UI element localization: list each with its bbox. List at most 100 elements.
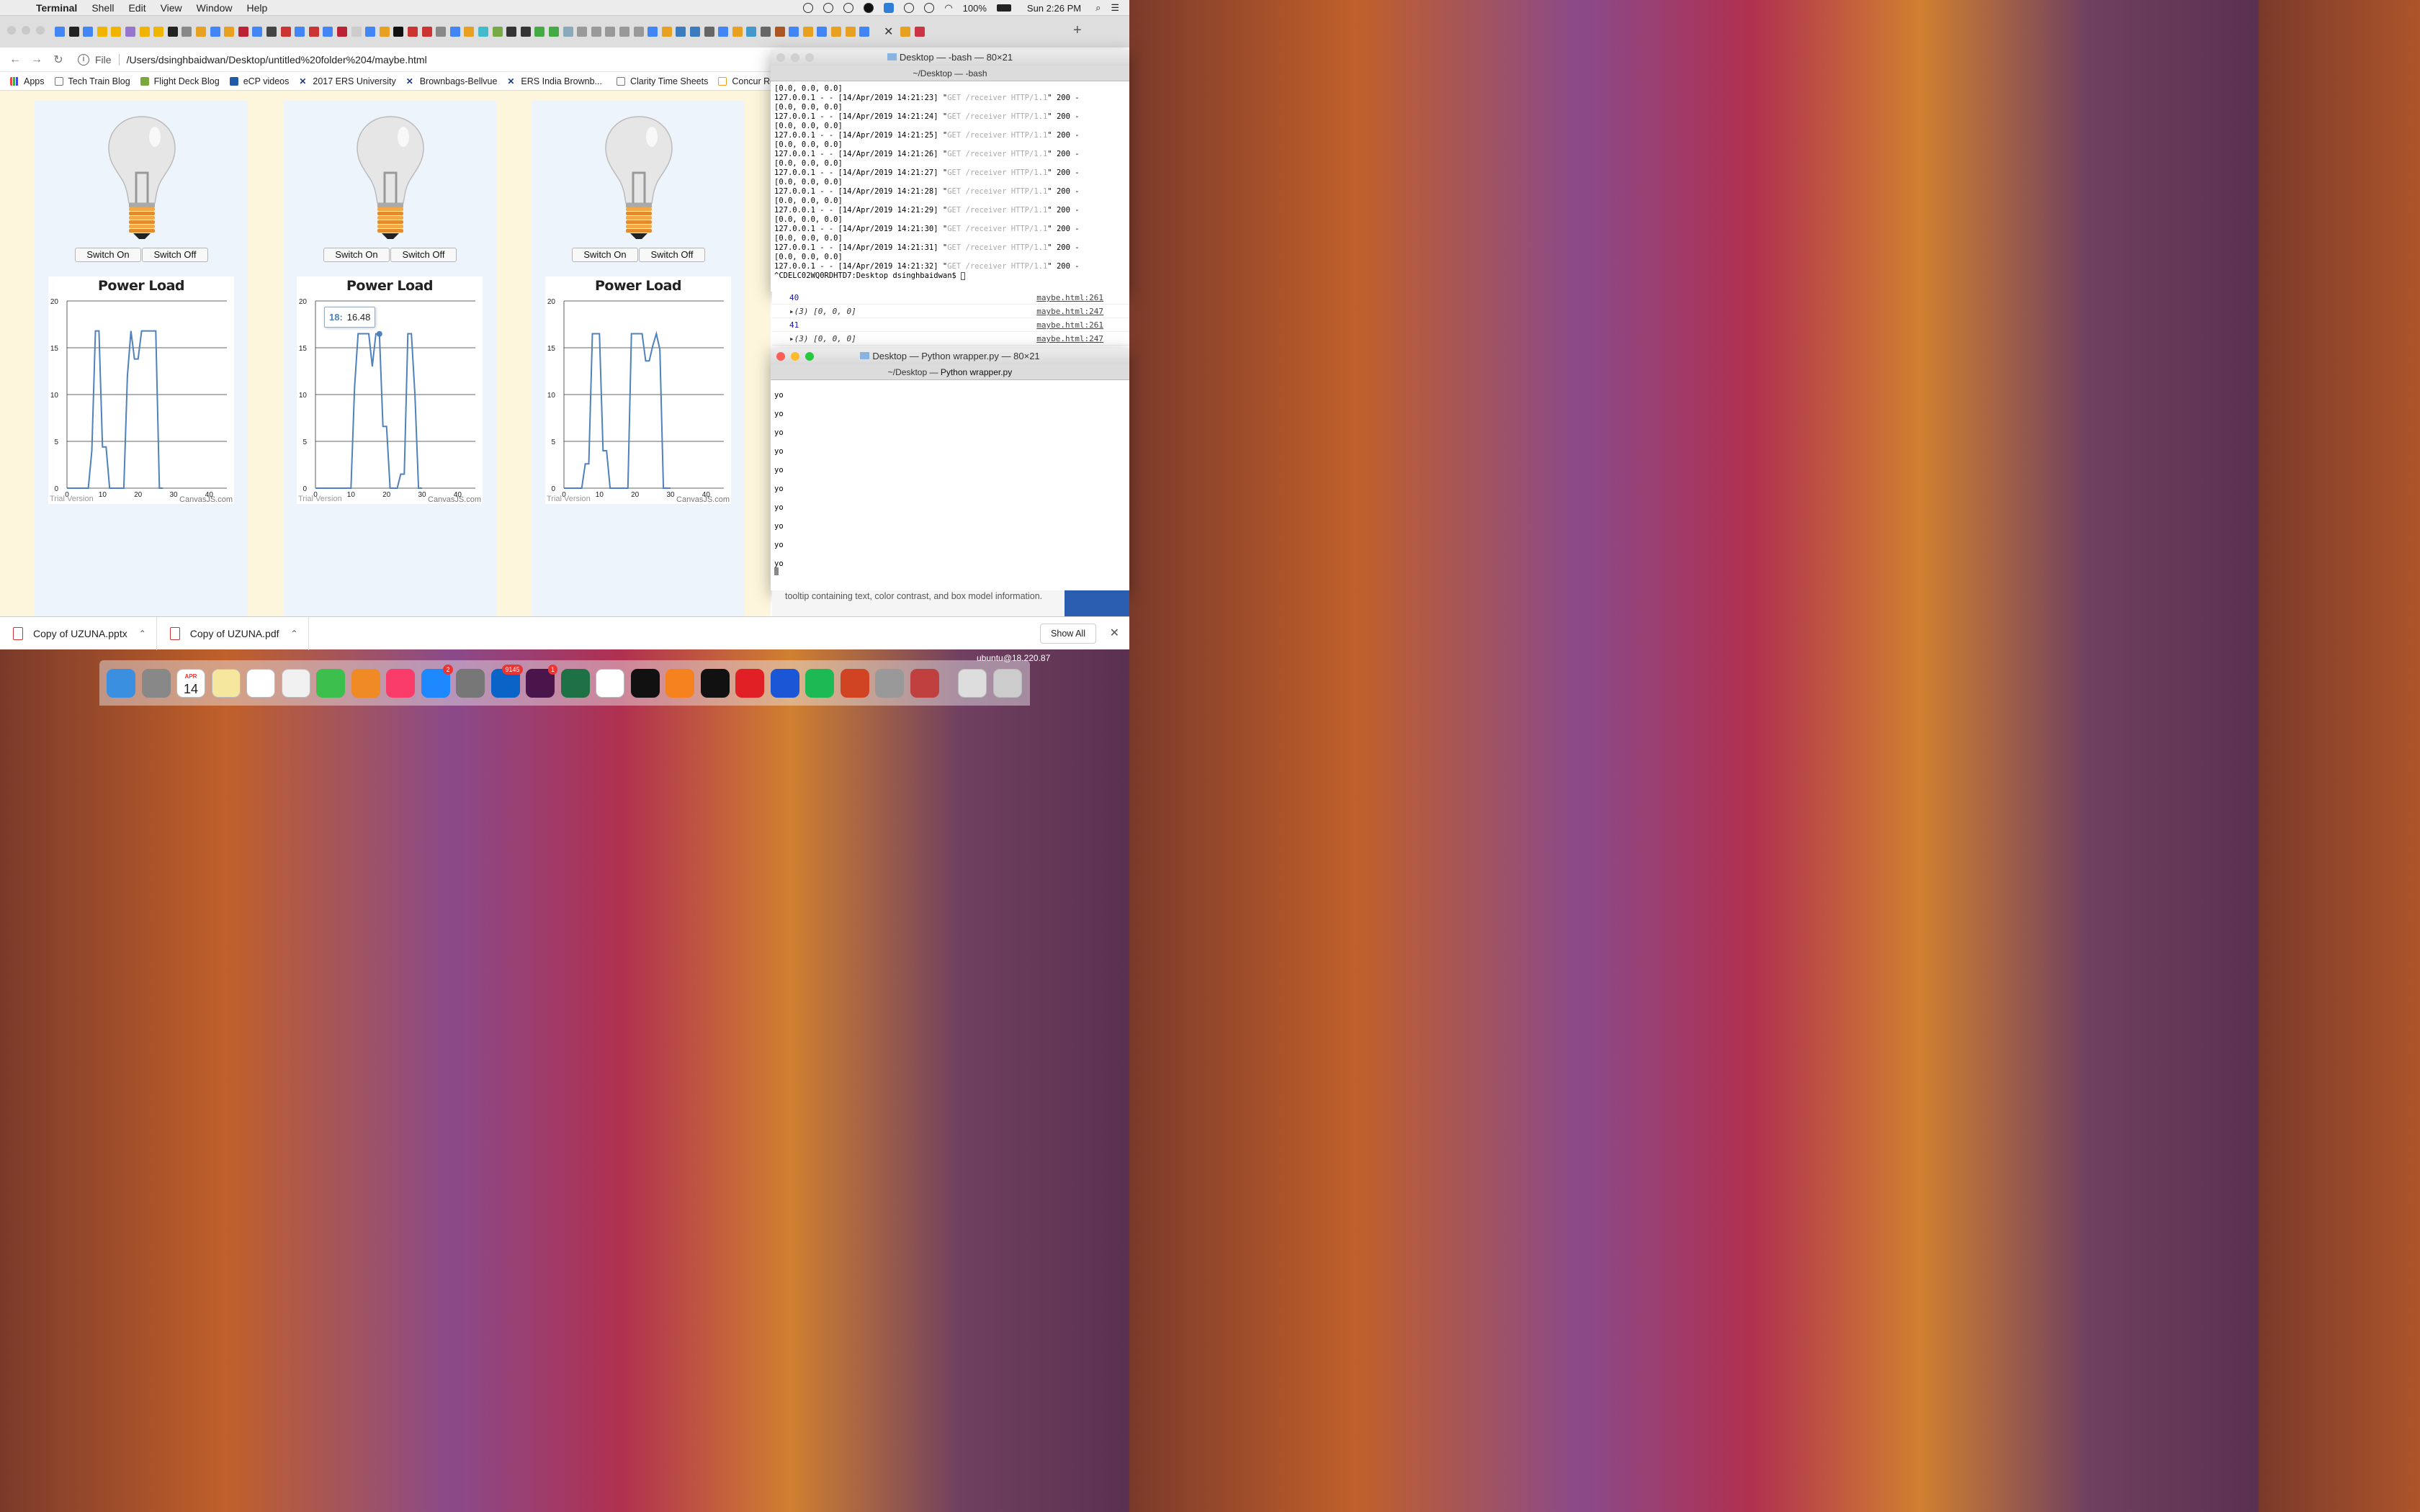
canvasjs-credit[interactable]: CanvasJS.com	[676, 495, 730, 504]
window-zoom-button[interactable]	[805, 53, 814, 62]
menu-view[interactable]: View	[161, 2, 182, 14]
tab-favicon[interactable]	[914, 27, 925, 37]
bookmark-clarity-time-sheets[interactable]: Clarity Time Sheets	[616, 76, 708, 86]
notification-center-icon[interactable]: ☰	[1111, 2, 1119, 14]
tab-favicon[interactable]	[718, 27, 729, 37]
dock-system-preferences-icon[interactable]	[456, 668, 485, 698]
forward-button[interactable]: →	[26, 53, 48, 66]
tab-favicon[interactable]	[421, 27, 432, 37]
tab-favicon[interactable]	[900, 27, 910, 37]
bookmark-tech-train-blog[interactable]: Tech Train Blog	[54, 76, 130, 86]
switch-on-button[interactable]: Switch On	[75, 248, 141, 262]
console-row[interactable]: ▸(3) [0, 0, 0] maybe.html:247	[772, 332, 1129, 346]
tab-favicon[interactable]	[97, 27, 107, 37]
console-source-link[interactable]: maybe.html:247	[1036, 307, 1103, 316]
console-value[interactable]: ▸(3) [0, 0, 0]	[789, 334, 856, 343]
download-item-pptx[interactable]: Copy of UZUNA.pptx ⌃	[0, 616, 157, 650]
dock-keychain-icon[interactable]	[875, 668, 904, 698]
tab-favicon[interactable]	[661, 27, 672, 37]
terminal-titlebar[interactable]: Desktop — Python wrapper.py — 80×21	[771, 348, 1129, 364]
dock-trash-icon[interactable]	[992, 668, 1022, 698]
tab-favicon[interactable]	[817, 27, 828, 37]
window-close-button[interactable]	[776, 53, 785, 62]
tab-favicon[interactable]	[436, 27, 447, 37]
terminal-output[interactable]: [0.0, 0.0, 0.0] 127.0.0.1 - - [14/Apr/201…	[771, 81, 1129, 284]
dock-spotify-icon[interactable]	[805, 668, 834, 698]
tab-favicon[interactable]	[365, 27, 376, 37]
dock-remote-desktop-icon[interactable]	[910, 668, 939, 698]
clock[interactable]: Sun 2:26 PM	[1027, 3, 1081, 14]
tab-favicon[interactable]	[323, 27, 333, 37]
dock-launchpad-icon[interactable]	[141, 668, 171, 698]
dock-books-icon[interactable]	[351, 668, 380, 698]
canvasjs-credit[interactable]: CanvasJS.com	[179, 495, 233, 504]
dock-chrome-icon[interactable]	[596, 668, 624, 698]
tab-close-icon[interactable]: ✕	[884, 24, 893, 39]
menu-shell[interactable]: Shell	[91, 2, 114, 14]
terminal-window-python[interactable]: Desktop — Python wrapper.py — 80×21 ~/De…	[771, 348, 1129, 590]
tab-favicon[interactable]	[393, 27, 404, 37]
battery-icon[interactable]	[996, 4, 1011, 12]
tab-favicon[interactable]	[238, 27, 248, 37]
tab-favicon[interactable]	[111, 27, 122, 37]
terminal-window-bash[interactable]: Desktop — -bash — 80×21 ~/Desktop — -bas…	[771, 50, 1129, 292]
canvasjs-credit[interactable]: CanvasJS.com	[428, 495, 481, 504]
tab-favicon[interactable]	[449, 27, 460, 37]
tab-favicon[interactable]	[859, 27, 870, 37]
dock-terminal-icon[interactable]	[700, 668, 730, 698]
window-close-button[interactable]	[776, 352, 785, 361]
bookmark-ers-india-brownbags[interactable]: ✕ ERS India Brownb...	[507, 76, 602, 86]
bookmark-ecp-videos[interactable]: eCP videos	[229, 76, 289, 86]
tab-favicon[interactable]	[139, 27, 150, 37]
tab-favicon[interactable]	[182, 27, 192, 37]
tab-favicon[interactable]	[802, 27, 813, 37]
console-source-link[interactable]: maybe.html:247	[1036, 334, 1103, 343]
console-value[interactable]: ▸(3) [0, 0, 0]	[789, 307, 856, 316]
tab-favicon[interactable]	[408, 27, 418, 37]
tab-favicon[interactable]	[549, 27, 559, 37]
bookmark-brownbags-bellvue[interactable]: ✕ Brownbags-Bellvue	[406, 76, 498, 86]
switch-off-button[interactable]: Switch Off	[639, 248, 705, 262]
tab-favicon[interactable]	[831, 27, 841, 37]
bookmark-ers-university[interactable]: ✕ 2017 ERS University	[299, 76, 395, 86]
chevron-up-icon[interactable]: ⌃	[291, 629, 298, 639]
switch-off-button[interactable]: Switch Off	[390, 248, 457, 262]
dock-music-icon[interactable]	[386, 668, 415, 698]
skype-icon[interactable]	[864, 3, 874, 13]
dock-calendar-icon[interactable]: APR 14	[176, 668, 205, 698]
tab-favicon[interactable]	[55, 27, 65, 37]
tab-favicon[interactable]	[506, 27, 517, 37]
tab-favicon[interactable]	[845, 27, 856, 37]
dock-intellij-idea-icon[interactable]	[630, 668, 660, 698]
tab-favicon[interactable]	[704, 27, 714, 37]
dock-photos-icon[interactable]	[281, 668, 310, 698]
tab-favicon[interactable]	[647, 27, 658, 37]
tab-favicon[interactable]	[789, 27, 799, 37]
dock-facetime-icon[interactable]	[316, 668, 345, 698]
address-bar[interactable]: /Users/dsinghbaidwan/Desktop/untitled%20…	[127, 54, 427, 66]
dock-acrobat-icon[interactable]	[735, 668, 764, 698]
dock-reminders-icon[interactable]	[246, 668, 275, 698]
new-tab-button[interactable]: +	[1073, 22, 1082, 39]
menu-help[interactable]: Help	[246, 2, 267, 14]
switch-off-button[interactable]: Switch Off	[142, 248, 208, 262]
dock-bbedit-icon[interactable]	[770, 668, 799, 698]
console-source-link[interactable]: maybe.html:261	[1036, 293, 1103, 302]
wifi-icon[interactable]: ◠	[944, 2, 952, 14]
series-line[interactable]	[315, 333, 422, 489]
tab-favicon[interactable]	[379, 27, 390, 37]
dropbox-icon[interactable]	[823, 3, 834, 13]
bookmark-flight-deck-blog[interactable]: Flight Deck Blog	[140, 76, 220, 86]
download-item-pdf[interactable]: Copy of UZUNA.pdf ⌃	[157, 616, 309, 650]
terminal-output[interactable]: yo yo yo yo yo yo yo yo yo yo	[771, 380, 1129, 578]
tab-favicon[interactable]	[520, 27, 531, 37]
dock-slack-icon[interactable]: 1	[526, 664, 557, 698]
dock-app-store-icon[interactable]: 2	[421, 664, 453, 698]
dock-excel-icon[interactable]	[560, 668, 590, 698]
spotlight-icon[interactable]: ⌕	[1095, 2, 1101, 14]
close-icon[interactable]: ✕	[1110, 626, 1119, 640]
dock-notes-icon[interactable]	[211, 668, 241, 698]
terminal-tab-title[interactable]: ~/Desktop — Python wrapper.py	[771, 364, 1129, 380]
tab-favicon[interactable]	[337, 27, 347, 37]
menu-app-name[interactable]: Terminal	[36, 2, 77, 14]
